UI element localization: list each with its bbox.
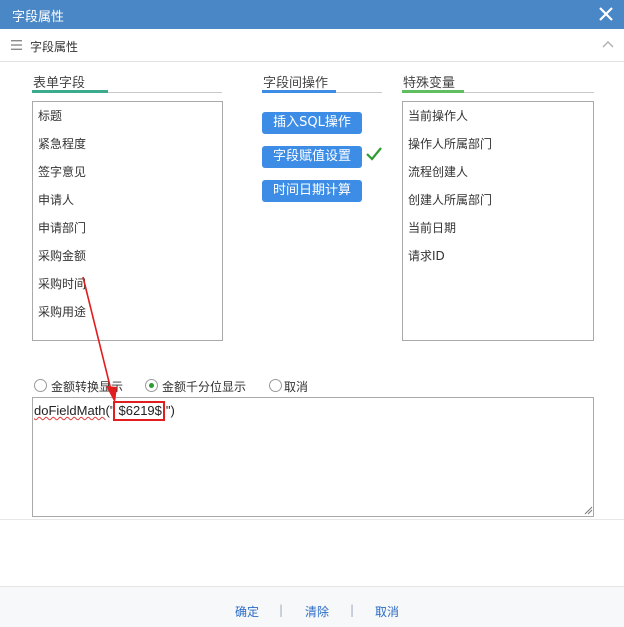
clear-button[interactable]: 清除 — [305, 603, 329, 620]
radio-button[interactable] — [34, 379, 47, 392]
special-vars-heading: 特殊变量 — [403, 76, 456, 91]
panel-title: 字段属性 — [30, 40, 79, 54]
insert-sql-button[interactable]: 插入SQL操作 — [262, 112, 362, 134]
confirm-button[interactable]: 确定 — [235, 603, 259, 620]
field-assign-button[interactable]: 字段赋值设置 — [262, 146, 362, 168]
list-item[interactable]: 当前操作人 — [403, 102, 593, 130]
annotation-highlight-box — [113, 401, 165, 421]
resize-grip-icon[interactable] — [583, 505, 593, 515]
list-item[interactable]: 申请人 — [33, 186, 222, 214]
close-icon[interactable] — [596, 4, 616, 24]
formula-close: ") — [165, 403, 175, 418]
menu-icon — [11, 40, 22, 50]
datetime-calc-button[interactable]: 时间日期计算 — [262, 180, 362, 202]
special-vars-list[interactable]: 当前操作人 操作人所属部门 流程创建人 创建人所属部门 当前日期 请求ID — [402, 101, 594, 341]
list-item[interactable]: 请求ID — [403, 242, 593, 270]
radio-label: 取消 — [284, 380, 309, 394]
formula-function: doFieldMath — [34, 403, 106, 418]
dialog-titlebar: 字段属性 — [0, 0, 624, 29]
radio-button[interactable] — [269, 379, 282, 392]
list-item[interactable]: 采购用途 — [33, 298, 222, 326]
radio-label: 金额千分位显示 — [162, 380, 247, 394]
footer-separator: | — [350, 603, 355, 617]
list-item[interactable]: 签字意见 — [33, 158, 222, 186]
form-fields-accent — [32, 90, 108, 93]
collapse-chevron-icon[interactable] — [602, 39, 614, 49]
content-divider — [0, 519, 624, 520]
list-item[interactable]: 操作人所属部门 — [403, 130, 593, 158]
footer-separator: | — [279, 603, 284, 617]
field-ops-heading: 字段间操作 — [263, 76, 329, 91]
list-item[interactable]: 采购时间 — [33, 270, 222, 298]
panel-header: 字段属性 — [0, 29, 624, 62]
checkmark-icon — [366, 147, 382, 161]
list-item[interactable]: 采购金额 — [33, 242, 222, 270]
dialog-title: 字段属性 — [12, 10, 65, 25]
list-item[interactable]: 创建人所属部门 — [403, 186, 593, 214]
special-vars-accent — [402, 90, 464, 93]
form-fields-heading: 表单字段 — [33, 76, 86, 91]
field-ops-accent — [262, 90, 336, 93]
list-item[interactable]: 流程创建人 — [403, 158, 593, 186]
list-item[interactable]: 当前日期 — [403, 214, 593, 242]
radio-label: 金额转换显示 — [51, 380, 124, 394]
dialog-footer: 确定 | 清除 | 取消 — [0, 586, 624, 627]
list-item[interactable]: 标题 — [33, 102, 222, 130]
cancel-button[interactable]: 取消 — [375, 603, 399, 620]
form-fields-list[interactable]: 标题 紧急程度 签字意见 申请人 申请部门 采购金额 采购时间 采购用途 — [32, 101, 223, 341]
list-item[interactable]: 紧急程度 — [33, 130, 222, 158]
list-item[interactable]: 申请部门 — [33, 214, 222, 242]
radio-button-selected[interactable] — [145, 379, 158, 392]
